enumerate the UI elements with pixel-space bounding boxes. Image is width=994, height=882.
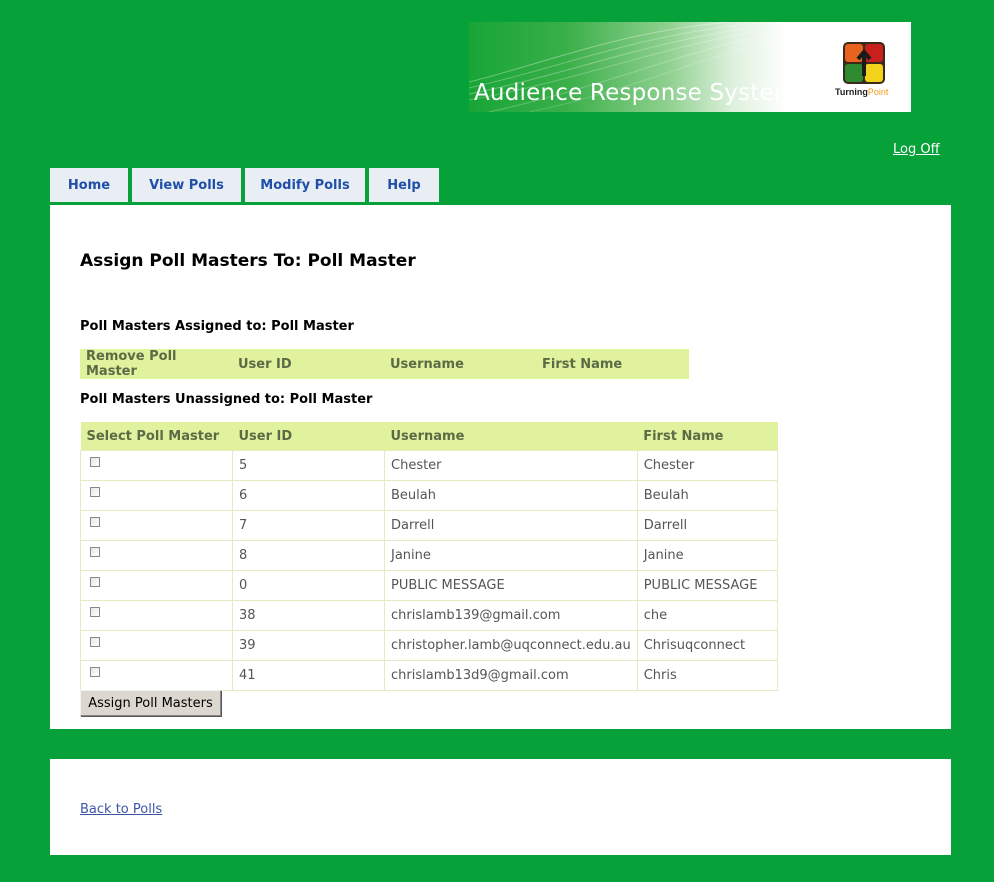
user-id-cell: 7 <box>232 510 385 541</box>
first-name-cell: Beulah <box>636 480 779 511</box>
select-cell <box>80 540 233 571</box>
assign-poll-masters-button[interactable]: Assign Poll Masters <box>80 690 221 716</box>
col-first-name: First Name <box>536 349 689 379</box>
select-cell <box>80 570 233 601</box>
tab-view-polls[interactable]: View Polls <box>132 168 241 202</box>
select-cell <box>80 630 233 661</box>
username-cell: Chester <box>384 450 638 481</box>
banner: Audience Response Systems TurningPoint <box>469 22 911 112</box>
col-first-name: First Name <box>637 422 778 451</box>
username-cell: Beulah <box>384 480 638 511</box>
first-name-cell: che <box>636 600 779 631</box>
banner-title: Audience Response Systems <box>474 80 809 106</box>
select-checkbox[interactable] <box>90 606 100 617</box>
first-name-cell: PUBLIC MESSAGE <box>636 570 779 601</box>
table-row: 39 christopher.lamb@uqconnect.edu.au Chris… <box>80 630 779 661</box>
logoff-link[interactable]: Log Off <box>893 142 940 157</box>
select-checkbox[interactable] <box>90 516 100 527</box>
first-name-cell: Chris <box>636 660 779 691</box>
table-row: 0 PUBLIC MESSAGE PUBLIC MESSAGE <box>80 570 779 601</box>
user-id-cell: 0 <box>232 570 385 601</box>
select-checkbox[interactable] <box>90 576 100 587</box>
table-row: 41 chrislamb13d9@gmail.com Chris <box>80 660 779 691</box>
select-cell <box>80 510 233 541</box>
select-cell <box>80 600 233 631</box>
select-checkbox[interactable] <box>90 486 100 497</box>
first-name-cell: Chrisuqconnect <box>636 630 779 661</box>
username-cell: chrislamb139@gmail.com <box>384 600 638 631</box>
table-row: 6 Beulah Beulah <box>80 480 779 511</box>
username-cell: chrislamb13d9@gmail.com <box>384 660 638 691</box>
select-checkbox[interactable] <box>90 456 100 467</box>
back-to-polls-link[interactable]: Back to Polls <box>80 802 162 817</box>
turningpoint-logo-text: TurningPoint <box>835 87 889 97</box>
col-user-id: User ID <box>232 349 384 379</box>
col-select-poll-master: Select Poll Master <box>80 422 233 451</box>
user-id-cell: 38 <box>232 600 385 631</box>
table-row: 7 Darrell Darrell <box>80 510 779 541</box>
first-name-cell: Chester <box>636 450 779 481</box>
user-id-cell: 8 <box>232 540 385 571</box>
col-remove-poll-master: Remove Poll Master <box>80 349 232 379</box>
first-name-cell: Darrell <box>636 510 779 541</box>
username-cell: Janine <box>384 540 638 571</box>
col-username: Username <box>384 422 638 451</box>
turningpoint-logo-icon <box>843 42 885 84</box>
main-panel: Assign Poll Masters To: Poll Master Poll… <box>50 205 951 729</box>
table-row: 5 Chester Chester <box>80 450 779 481</box>
select-cell <box>80 660 233 691</box>
user-id-cell: 41 <box>232 660 385 691</box>
select-cell <box>80 480 233 511</box>
user-id-cell: 6 <box>232 480 385 511</box>
tab-help[interactable]: Help <box>369 168 439 202</box>
unassigned-heading: Poll Masters Unassigned to: Poll Master <box>80 392 373 407</box>
user-id-cell: 5 <box>232 450 385 481</box>
select-checkbox[interactable] <box>90 636 100 647</box>
col-user-id: User ID <box>232 422 385 451</box>
username-cell: PUBLIC MESSAGE <box>384 570 638 601</box>
page-title: Assign Poll Masters To: Poll Master <box>80 251 416 271</box>
assigned-table: Remove Poll Master User ID Username Firs… <box>80 349 689 379</box>
unassigned-table-header: Select Poll Master User ID Username Firs… <box>80 422 778 451</box>
username-cell: Darrell <box>384 510 638 541</box>
footer-panel: Back to Polls <box>50 759 951 855</box>
assigned-table-header: Remove Poll Master User ID Username Firs… <box>80 349 689 379</box>
select-cell <box>80 450 233 481</box>
select-checkbox[interactable] <box>90 546 100 557</box>
tab-home[interactable]: Home <box>50 168 128 202</box>
tab-modify-polls[interactable]: Modify Polls <box>245 168 365 202</box>
username-cell: christopher.lamb@uqconnect.edu.au <box>384 630 638 661</box>
table-row: 8 Janine Janine <box>80 540 779 571</box>
user-id-cell: 39 <box>232 630 385 661</box>
select-checkbox[interactable] <box>90 666 100 677</box>
table-row: 38 chrislamb139@gmail.com che <box>80 600 779 631</box>
assigned-heading: Poll Masters Assigned to: Poll Master <box>80 319 354 334</box>
first-name-cell: Janine <box>636 540 779 571</box>
unassigned-table: Select Poll Master User ID Username Firs… <box>80 422 779 691</box>
col-username: Username <box>384 349 536 379</box>
